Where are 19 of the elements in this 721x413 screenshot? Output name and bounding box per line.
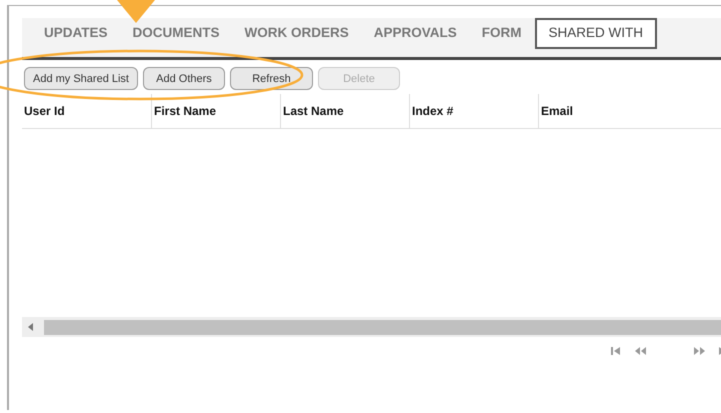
- next-page-icon[interactable]: [694, 347, 705, 355]
- pointer-arrow: [117, 0, 155, 23]
- first-page-icon[interactable]: [611, 347, 621, 355]
- toolbar-button[interactable]: Add my Shared List: [24, 67, 138, 90]
- column-header: Email: [538, 94, 667, 128]
- tab[interactable]: APPROVALS: [362, 18, 469, 49]
- column-header: Index #: [409, 94, 538, 128]
- previous-page-icon[interactable]: [635, 347, 646, 355]
- column-header: Last Name: [280, 94, 409, 128]
- toolbar-button[interactable]: Add Others: [143, 67, 225, 90]
- tab[interactable]: FORM: [470, 18, 534, 49]
- column-header: First Name: [151, 94, 280, 128]
- tab[interactable]: UPDATES: [32, 18, 120, 49]
- column-header: User Id: [23, 103, 66, 120]
- tab[interactable]: DOCUMENTS: [120, 18, 232, 49]
- tab[interactable]: WORK ORDERS: [232, 18, 361, 49]
- toolbar-button[interactable]: Refresh: [230, 67, 313, 90]
- scroll-left-icon[interactable]: [26, 322, 36, 332]
- tab[interactable]: SHARED WITH: [534, 18, 658, 49]
